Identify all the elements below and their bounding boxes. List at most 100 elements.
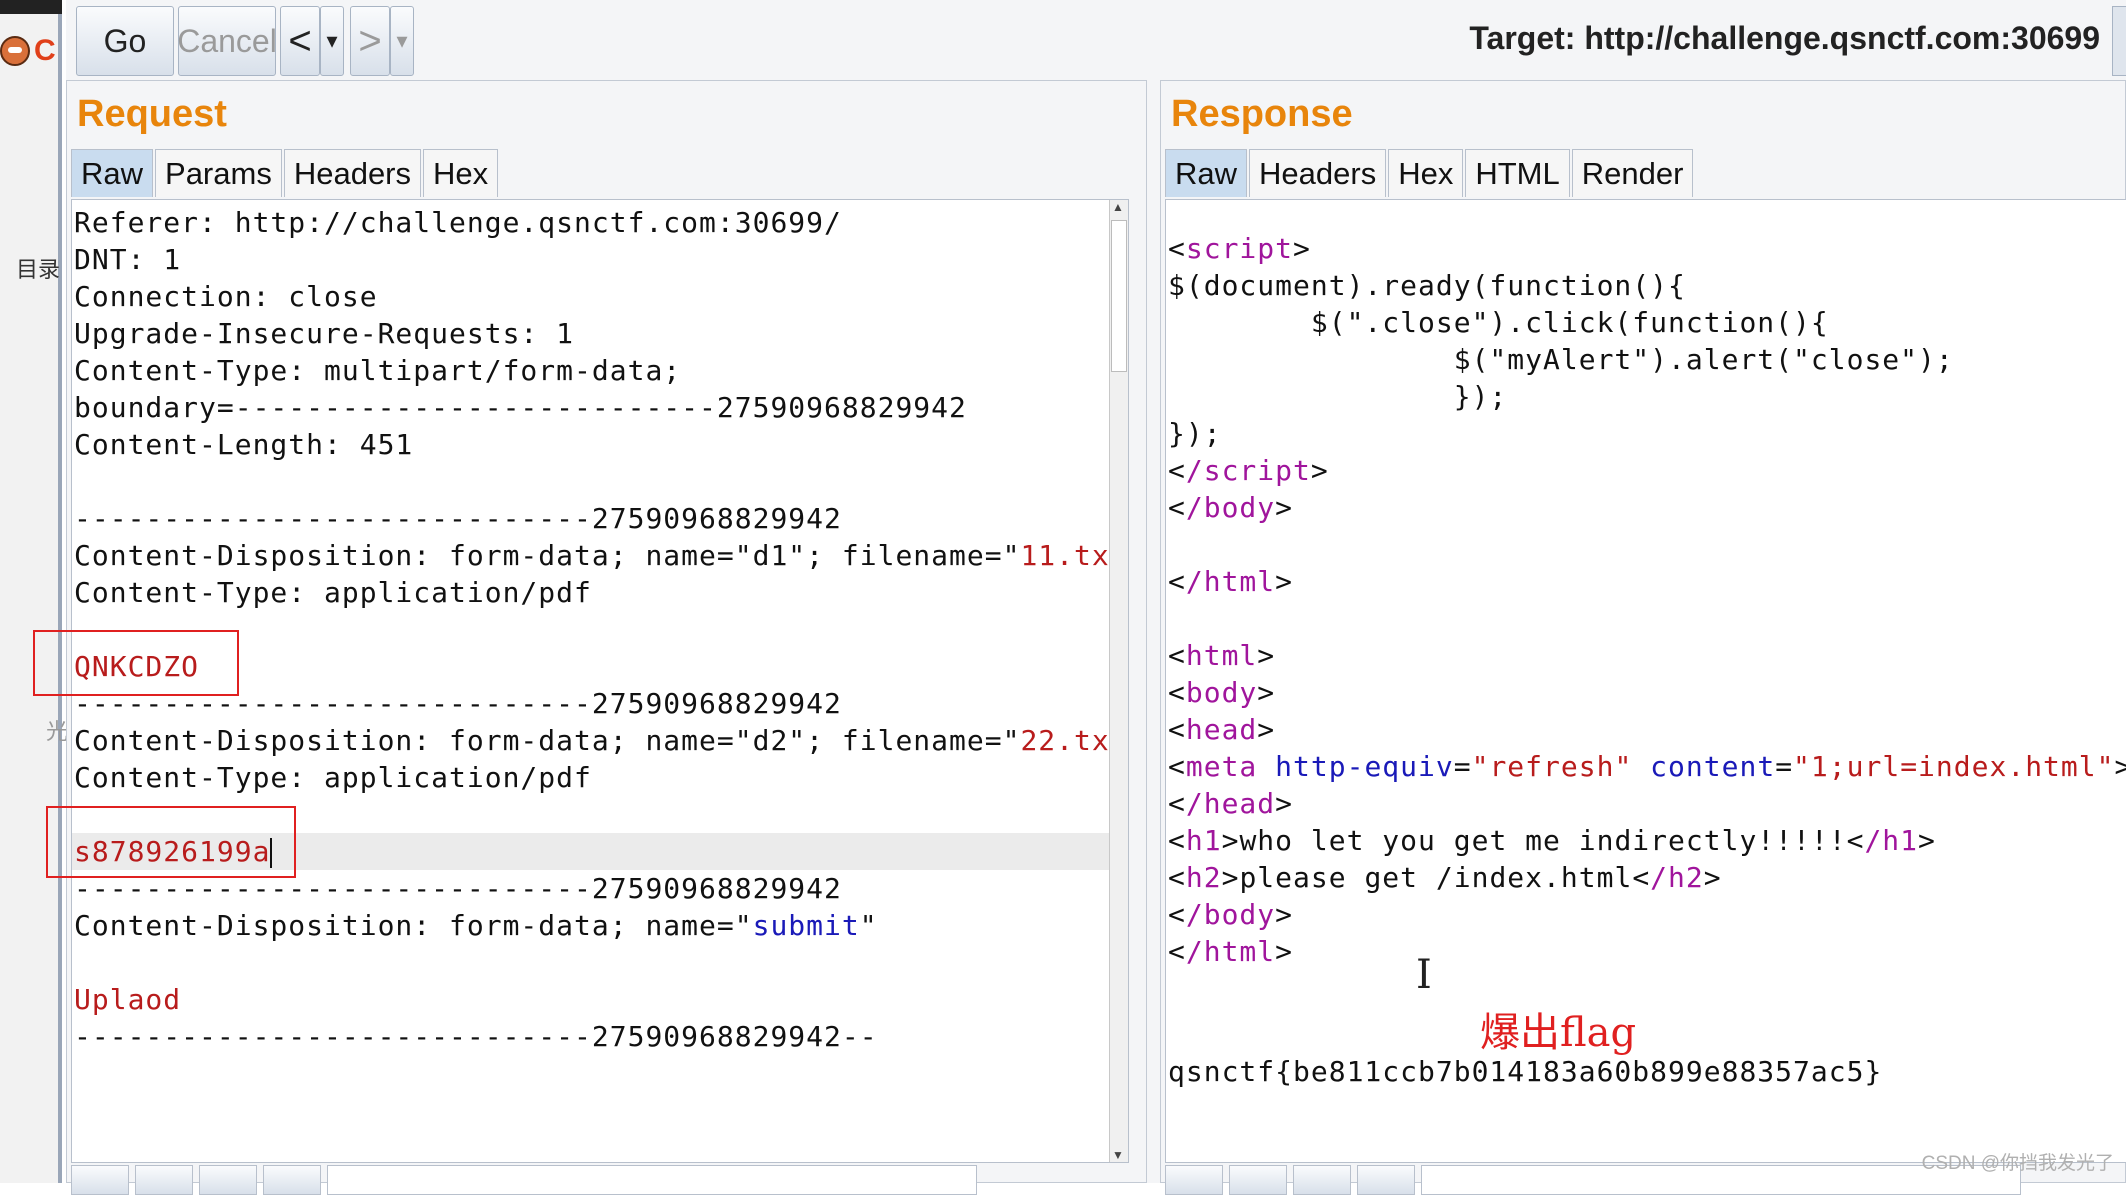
request-line-text: Content-Disposition: form-data; name="d2…	[74, 724, 1021, 757]
h2-text: please get /index.html	[1239, 861, 1633, 894]
burp-repeater-window: Go Cancel < ▾ > ▾ Target: http://challen…	[66, 0, 2126, 1195]
forward-arrow-icon: >	[358, 18, 382, 63]
tag-name: /h2	[1650, 861, 1704, 894]
request-line: Referer: http://challenge.qsnctf.com:306…	[74, 206, 842, 239]
request-line-text: "	[859, 909, 878, 942]
response-tabs: Raw Headers Hex HTML Render	[1165, 149, 1695, 197]
attr-name: content	[1650, 750, 1776, 783]
tag-name: body	[1185, 676, 1258, 709]
response-line: });	[1168, 417, 1222, 450]
response-tab-raw[interactable]: Raw	[1165, 149, 1248, 197]
background-top-bar	[0, 0, 62, 14]
tag-name: /html	[1185, 935, 1276, 968]
request-tabs: Raw Params Headers Hex	[71, 149, 500, 197]
attr-value: "1;url=index.html"	[1793, 750, 2115, 783]
forward-button[interactable]: >	[350, 6, 390, 76]
cancel-button[interactable]: Cancel	[177, 6, 277, 76]
response-line: });	[1168, 380, 1508, 413]
add-button[interactable]	[1293, 1165, 1351, 1195]
response-line: <body>	[1168, 676, 1276, 709]
next-match-button[interactable]	[263, 1165, 321, 1195]
request-line: Upgrade-Insecure-Requests: 1	[74, 317, 575, 350]
response-line: </script>	[1168, 454, 1329, 487]
request-title: Request	[77, 93, 227, 135]
request-line: Content-Type: multipart/form-data;	[74, 354, 682, 387]
request-tab-headers[interactable]: Headers	[283, 149, 422, 197]
response-line: </body>	[1168, 491, 1294, 524]
previous-match-button[interactable]	[135, 1165, 193, 1195]
response-panel: Response Raw Headers Hex HTML Render <sc…	[1160, 80, 2126, 1195]
scroll-thumb[interactable]	[1111, 220, 1127, 372]
request-line: -----------------------------27590968829…	[74, 502, 842, 535]
request-tab-params[interactable]: Params	[155, 149, 282, 197]
tag-name: /script	[1185, 454, 1311, 487]
request-line: Content-Disposition: form-data; name="d1…	[72, 537, 1128, 574]
help-button[interactable]	[71, 1165, 129, 1195]
back-button[interactable]: <	[280, 6, 320, 76]
request-bottom-toolbar	[71, 1165, 977, 1195]
flag-line: qsnctf{be811ccb7b014183a60b899e88357ac5}	[1168, 1055, 1883, 1088]
tag-name: script	[1185, 232, 1294, 265]
response-line: </html>	[1168, 565, 1294, 598]
search-input[interactable]	[327, 1165, 977, 1195]
forward-history-dropdown[interactable]: ▾	[390, 6, 414, 76]
tag-name: /html	[1185, 565, 1276, 598]
request-line: Content-Type: application/pdf	[74, 761, 592, 794]
tag-name: head	[1185, 713, 1258, 746]
tag-name: /h1	[1864, 824, 1919, 857]
response-editor[interactable]: <script> $(document).ready(function(){ $…	[1165, 199, 2126, 1163]
annotation-box-d1	[33, 630, 239, 696]
attr-name: http-equiv	[1275, 750, 1454, 783]
attr-value: "refresh"	[1471, 750, 1633, 783]
response-line: <h1>who let you get me indirectly!!!!!</…	[1168, 824, 1936, 857]
next-match-button[interactable]	[1357, 1165, 1415, 1195]
request-line: -----------------------------27590968829…	[74, 1020, 878, 1053]
tag-name: html	[1185, 639, 1258, 672]
request-line: Content-Disposition: form-data; name="d2…	[72, 722, 1128, 759]
annotation-label: 爆出flag	[1480, 1010, 1637, 1056]
tag-name: /body	[1185, 491, 1276, 524]
request-tab-raw[interactable]: Raw	[71, 149, 154, 197]
background-logo-icon	[0, 36, 30, 66]
response-line: <head>	[1168, 713, 1276, 746]
scroll-down-icon[interactable]: ▼	[1112, 1148, 1124, 1162]
response-line: <meta http-equiv="refresh" content="1;ur…	[1168, 750, 2126, 783]
response-tab-html[interactable]: HTML	[1465, 149, 1570, 197]
response-line: <html>	[1168, 639, 1276, 672]
response-title: Response	[1171, 93, 1353, 135]
request-vertical-scrollbar[interactable]: ▲ ▼	[1109, 200, 1128, 1162]
target-url[interactable]: Target: http://challenge.qsnctf.com:3069…	[1469, 20, 2100, 57]
response-line: </head>	[1168, 787, 1294, 820]
response-line: <h2>please get /index.html</h2>	[1168, 861, 1722, 894]
request-line: Content-Type: application/pdf	[74, 576, 592, 609]
background-glyph: 光	[46, 719, 69, 744]
response-line: $(document).ready(function(){	[1168, 269, 1686, 302]
annotation-box-d2	[46, 806, 296, 878]
request-line: DNT: 1	[74, 243, 182, 276]
response-line: $(".close").click(function(){	[1168, 306, 1829, 339]
response-line: </body>	[1168, 898, 1294, 931]
target-edit-button[interactable]	[2112, 6, 2126, 76]
request-line-text: Content-Disposition: form-data; name="	[74, 909, 753, 942]
response-line: </html>	[1168, 935, 1294, 968]
watermark: CSDN @你挡我发光了	[1921, 1153, 2114, 1174]
request-body-value-submit: Uplaod	[74, 983, 182, 1016]
h1-text: who let you get me indirectly!!!!!	[1239, 824, 1847, 857]
request-line: Connection: close	[74, 280, 378, 313]
request-tab-hex[interactable]: Hex	[423, 149, 499, 197]
response-tab-render[interactable]: Render	[1571, 149, 1694, 197]
tag-name: meta	[1185, 750, 1258, 783]
go-button[interactable]: Go	[76, 6, 174, 76]
back-history-dropdown[interactable]: ▾	[320, 6, 344, 76]
tag-name: h1	[1185, 824, 1222, 857]
request-line: Content-Disposition: form-data; name="su…	[72, 907, 878, 944]
previous-match-button[interactable]	[1229, 1165, 1287, 1195]
scroll-up-icon[interactable]: ▲	[1112, 200, 1124, 214]
response-bottom-toolbar	[1165, 1165, 2021, 1195]
tag-name: /head	[1185, 787, 1276, 820]
response-tab-hex[interactable]: Hex	[1388, 149, 1464, 197]
add-button[interactable]	[199, 1165, 257, 1195]
help-button[interactable]	[1165, 1165, 1223, 1195]
tag-name: /body	[1185, 898, 1276, 931]
response-tab-headers[interactable]: Headers	[1249, 149, 1387, 197]
